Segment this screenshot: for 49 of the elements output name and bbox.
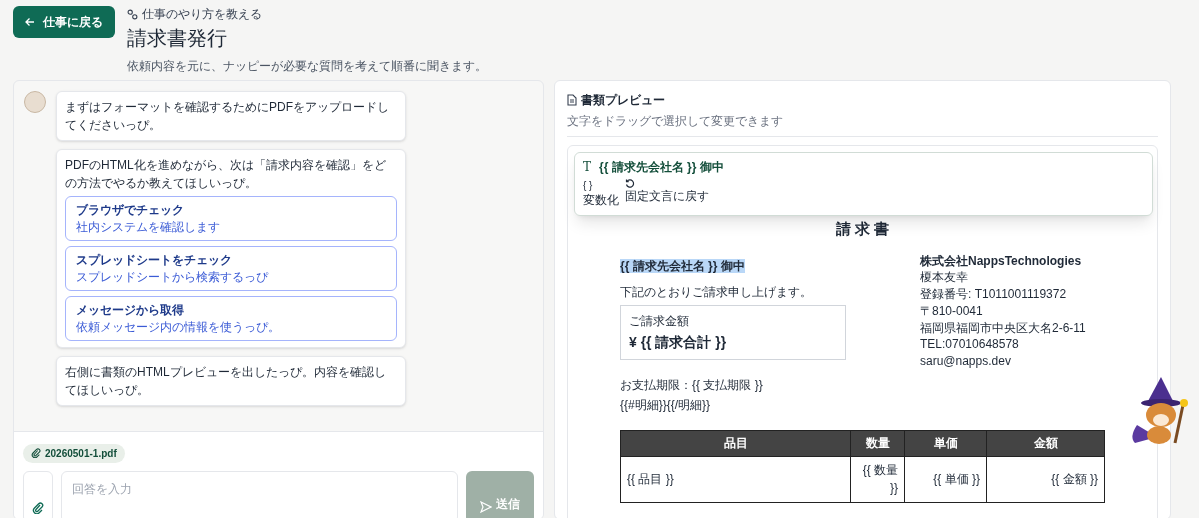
choice-option[interactable]: メッセージから取得 依頼メッセージ内の情報を使うっぴ。 [65, 296, 397, 341]
page-description: 依頼内容を元に、ナッピーが必要な質問を考えて順番に聞きます。 [127, 58, 487, 75]
issuer-detail: saru@napps.dev [920, 353, 1012, 371]
back-button[interactable]: 仕事に戻る [13, 6, 115, 38]
send-icon [480, 501, 492, 513]
text-icon: T [583, 158, 591, 176]
breadcrumb: 仕事のやり方を教える [142, 6, 262, 23]
column-header: 金額 [986, 430, 1105, 456]
loop-tag-text: {{#明細}}{{/明細}} [620, 396, 712, 414]
issuer-detail: TEL:07010648578 [920, 336, 1020, 354]
recipient-name: {{ 請求先会社名 }} 御中 [620, 258, 745, 273]
selected-text: {{ 請求先会社名 }} 御中 [599, 159, 724, 176]
table-cell: {{ 単価 }} [904, 456, 987, 502]
issuer-detail: 登録番号: T1011001119372 [920, 286, 1068, 303]
attachment-chip[interactable]: 20260501-1.pdf [23, 443, 125, 463]
answer-input[interactable]: 回答を入力 [61, 471, 458, 518]
paperclip-icon [31, 448, 41, 458]
braces-icon: { } [583, 178, 593, 193]
paperclip-icon [32, 502, 44, 514]
undo-icon [625, 178, 635, 189]
message-text: PDFのHTML化を進めながら、次は「請求内容を確認」をどの方法でやるか教えてほしいっぴ。 [65, 157, 387, 192]
column-header: 単価 [904, 430, 987, 456]
intro-text: 下記のとおりご請求申し上げます。 [620, 283, 813, 301]
page-title: 請求書発行 [127, 26, 228, 51]
choice-option[interactable]: ブラウザでチェック 社内システムを確認します [65, 196, 397, 241]
attach-button[interactable] [23, 471, 53, 518]
table-cell: {{ 品目 }} [620, 456, 851, 502]
preview-title: 書類プレビュー [581, 92, 665, 109]
table-cell: {{ 金額 }} [986, 456, 1105, 502]
choice-option[interactable]: スプレッドシートをチェック スプレッドシートから検索するっぴ [65, 246, 397, 291]
chat-message: まずはフォーマットを確認するためにPDFをアップロードしてくださいっぴ。 [56, 91, 406, 141]
document-title: 請 求 書 [834, 219, 891, 239]
issuer-detail: 〒810-0041 [920, 302, 984, 320]
arrow-left-icon [25, 17, 35, 27]
column-header: 数量 [850, 430, 905, 456]
link-icon [127, 8, 138, 20]
chat-message: 右側に書類のHTMLプレビューを出したっぴ。内容を確認してほしいっぴ。 [56, 356, 406, 406]
document-icon [567, 94, 577, 106]
issuer-detail: 榎本友幸 [920, 269, 969, 287]
due-date-text: お支払期限：{{ 支払期限 }} [620, 376, 764, 394]
issuer-company: 株式会社NappsTechnologies [920, 252, 1083, 270]
column-header: 品目 [620, 430, 851, 456]
mascot-avatar [24, 91, 46, 113]
amount-box: ご請求金額 ¥ {{ 請求合計 }} [620, 304, 846, 360]
reset-text-button[interactable]: 固定文言に戻す [625, 178, 709, 208]
issuer-detail: 福岡県福岡市中央区大名2-6-11 [920, 319, 1087, 337]
preview-hint: 文字をドラッグで選択して変更できます [567, 112, 1158, 137]
table-cell: {{ 数量 }} [850, 456, 905, 502]
variable-button[interactable]: { } 変数化 [583, 178, 619, 208]
